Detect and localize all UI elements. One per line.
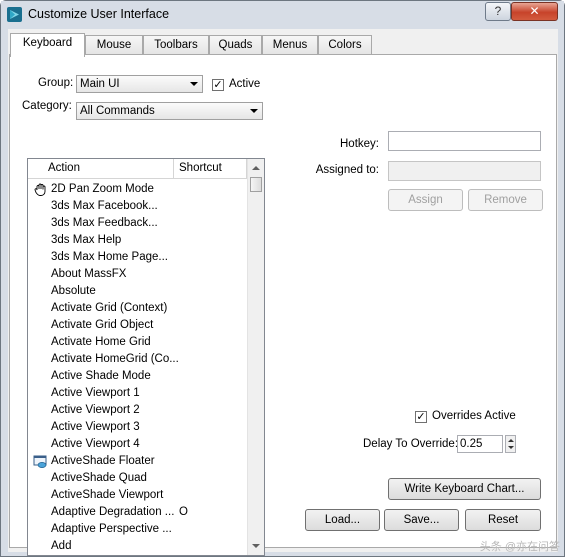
list-item[interactable]: Add	[28, 538, 247, 555]
chevron-down-icon	[250, 109, 258, 113]
list-item[interactable]: Adaptive Perspective ...	[28, 521, 247, 538]
list-item[interactable]: Active Shade Mode	[28, 368, 247, 385]
scroll-up-icon[interactable]	[252, 166, 260, 170]
action-name: 3ds Max Home Page...	[51, 251, 168, 263]
overrides-active-label: Overrides Active	[432, 410, 516, 422]
action-name: Active Viewport 3	[51, 421, 140, 433]
assign-button[interactable]: Assign	[388, 189, 463, 211]
tab-keyboard[interactable]: Keyboard	[10, 33, 85, 57]
category-dropdown[interactable]: All Commands	[76, 102, 263, 120]
window-title: Customize User Interface	[28, 7, 170, 21]
help-button[interactable]: ?	[485, 2, 511, 21]
list-item[interactable]: Activate Grid Object	[28, 317, 247, 334]
action-name: Adaptive Degradation ...	[51, 506, 175, 518]
action-name: 3ds Max Facebook...	[51, 200, 158, 212]
action-name: 3ds Max Help	[51, 234, 122, 246]
dialog-client-area: Keyboard Mouse Toolbars Quads Menus Colo…	[8, 29, 558, 556]
action-name: Add	[51, 540, 72, 552]
spinner-up-icon[interactable]	[508, 439, 514, 442]
action-name: About MassFX	[51, 268, 127, 280]
hotkey-label: Hotkey:	[340, 138, 379, 150]
scroll-down-icon[interactable]	[252, 544, 260, 548]
shortcut-value: O	[179, 506, 188, 518]
action-rows: 2D Pan Zoom Mode 3ds Max Facebook... 3ds M…	[28, 181, 247, 555]
hand-pan-icon	[33, 182, 48, 197]
action-name: Activate Grid Object	[51, 319, 154, 331]
list-item[interactable]: 3ds Max Help	[28, 232, 247, 249]
app-logo-icon	[7, 7, 22, 22]
action-name: Active Shade Mode	[51, 370, 151, 382]
list-item[interactable]: 3ds Max Home Page...	[28, 249, 247, 266]
tab-menus[interactable]: Menus	[262, 35, 318, 55]
action-name: Active Viewport 4	[51, 438, 140, 450]
keyboard-tab-panel: Group: Main UI ✓ Active Category: All Co…	[9, 54, 557, 556]
list-item[interactable]: 3ds Max Feedback...	[28, 215, 247, 232]
action-name: Adaptive Perspective ...	[51, 523, 172, 535]
title-bar[interactable]: Customize User Interface ? ✕	[1, 1, 564, 29]
list-item[interactable]: 2D Pan Zoom Mode	[28, 181, 247, 198]
list-item[interactable]: Active Viewport 1	[28, 385, 247, 402]
list-item[interactable]: Adaptive Degradation ... O	[28, 504, 247, 521]
watermark-text: 头条 @亦在问答	[479, 541, 560, 553]
action-name: ActiveShade Floater	[51, 455, 155, 467]
load-button[interactable]: Load...	[305, 509, 380, 531]
customize-ui-dialog: Customize User Interface ? ✕ Keyboard Mo…	[0, 0, 565, 557]
action-name: ActiveShade Viewport	[51, 489, 164, 501]
reset-button[interactable]: Reset	[465, 509, 541, 531]
assigned-to-field	[388, 161, 541, 181]
category-label: Category:	[22, 100, 72, 112]
action-name: Activate Home Grid	[51, 336, 151, 348]
list-item[interactable]: Activate HomeGrid (Co...	[28, 351, 247, 368]
close-button[interactable]: ✕	[511, 2, 558, 21]
list-item[interactable]: ActiveShade Floater	[28, 453, 247, 470]
action-name: Active Viewport 2	[51, 404, 140, 416]
spinner-down-icon[interactable]	[508, 446, 514, 449]
active-checkbox[interactable]: ✓	[212, 79, 224, 91]
write-keyboard-chart-button[interactable]: Write Keyboard Chart...	[388, 478, 541, 500]
delay-spinner[interactable]	[505, 435, 516, 453]
shortcut-column-header[interactable]: Shortcut	[179, 162, 222, 174]
tab-colors[interactable]: Colors	[318, 35, 372, 55]
list-item[interactable]: About MassFX	[28, 266, 247, 283]
tab-mouse[interactable]: Mouse	[85, 35, 143, 55]
group-dropdown[interactable]: Main UI	[76, 75, 203, 93]
action-name: 2D Pan Zoom Mode	[51, 183, 154, 195]
chevron-down-icon	[190, 82, 198, 86]
list-item[interactable]: Activate Grid (Context)	[28, 300, 247, 317]
activeshade-floater-icon	[33, 454, 48, 469]
action-name: Activate Grid (Context)	[51, 302, 168, 314]
list-item[interactable]: Absolute	[28, 283, 247, 300]
tab-toolbars[interactable]: Toolbars	[143, 35, 209, 55]
group-label: Group:	[38, 77, 74, 89]
list-item[interactable]: ActiveShade Quad	[28, 470, 247, 487]
save-button[interactable]: Save...	[384, 509, 459, 531]
active-label: Active	[229, 78, 261, 90]
category-value: All Commands	[80, 105, 155, 117]
assigned-to-label: Assigned to:	[315, 164, 379, 176]
list-item[interactable]: ActiveShade Viewport	[28, 487, 247, 504]
action-name: Activate HomeGrid (Co...	[51, 353, 179, 365]
column-divider[interactable]	[173, 159, 174, 179]
tab-quads[interactable]: Quads	[209, 35, 262, 55]
list-item[interactable]: 3ds Max Facebook...	[28, 198, 247, 215]
list-item[interactable]: Active Viewport 2	[28, 402, 247, 419]
delay-label: Delay To Override:	[363, 438, 459, 450]
remove-button[interactable]: Remove	[468, 189, 543, 211]
delay-input[interactable]: 0.25	[457, 435, 503, 453]
list-item[interactable]: Activate Home Grid	[28, 334, 247, 351]
list-scrollbar[interactable]	[247, 159, 264, 555]
action-name: ActiveShade Quad	[51, 472, 147, 484]
overrides-active-checkbox[interactable]: ✓	[415, 411, 427, 423]
list-item[interactable]: Active Viewport 3	[28, 419, 247, 436]
hotkey-input[interactable]	[388, 131, 541, 151]
action-list[interactable]: Action Shortcut 2D Pan Zoom Mode 3ds Max …	[27, 158, 265, 556]
action-name: 3ds Max Feedback...	[51, 217, 158, 229]
action-column-header[interactable]: Action	[48, 162, 80, 174]
scroll-thumb[interactable]	[250, 177, 262, 192]
action-name: Active Viewport 1	[51, 387, 140, 399]
group-value: Main UI	[80, 78, 120, 90]
list-item[interactable]: Active Viewport 4	[28, 436, 247, 453]
list-header: Action Shortcut	[28, 159, 247, 179]
action-name: Absolute	[51, 285, 96, 297]
